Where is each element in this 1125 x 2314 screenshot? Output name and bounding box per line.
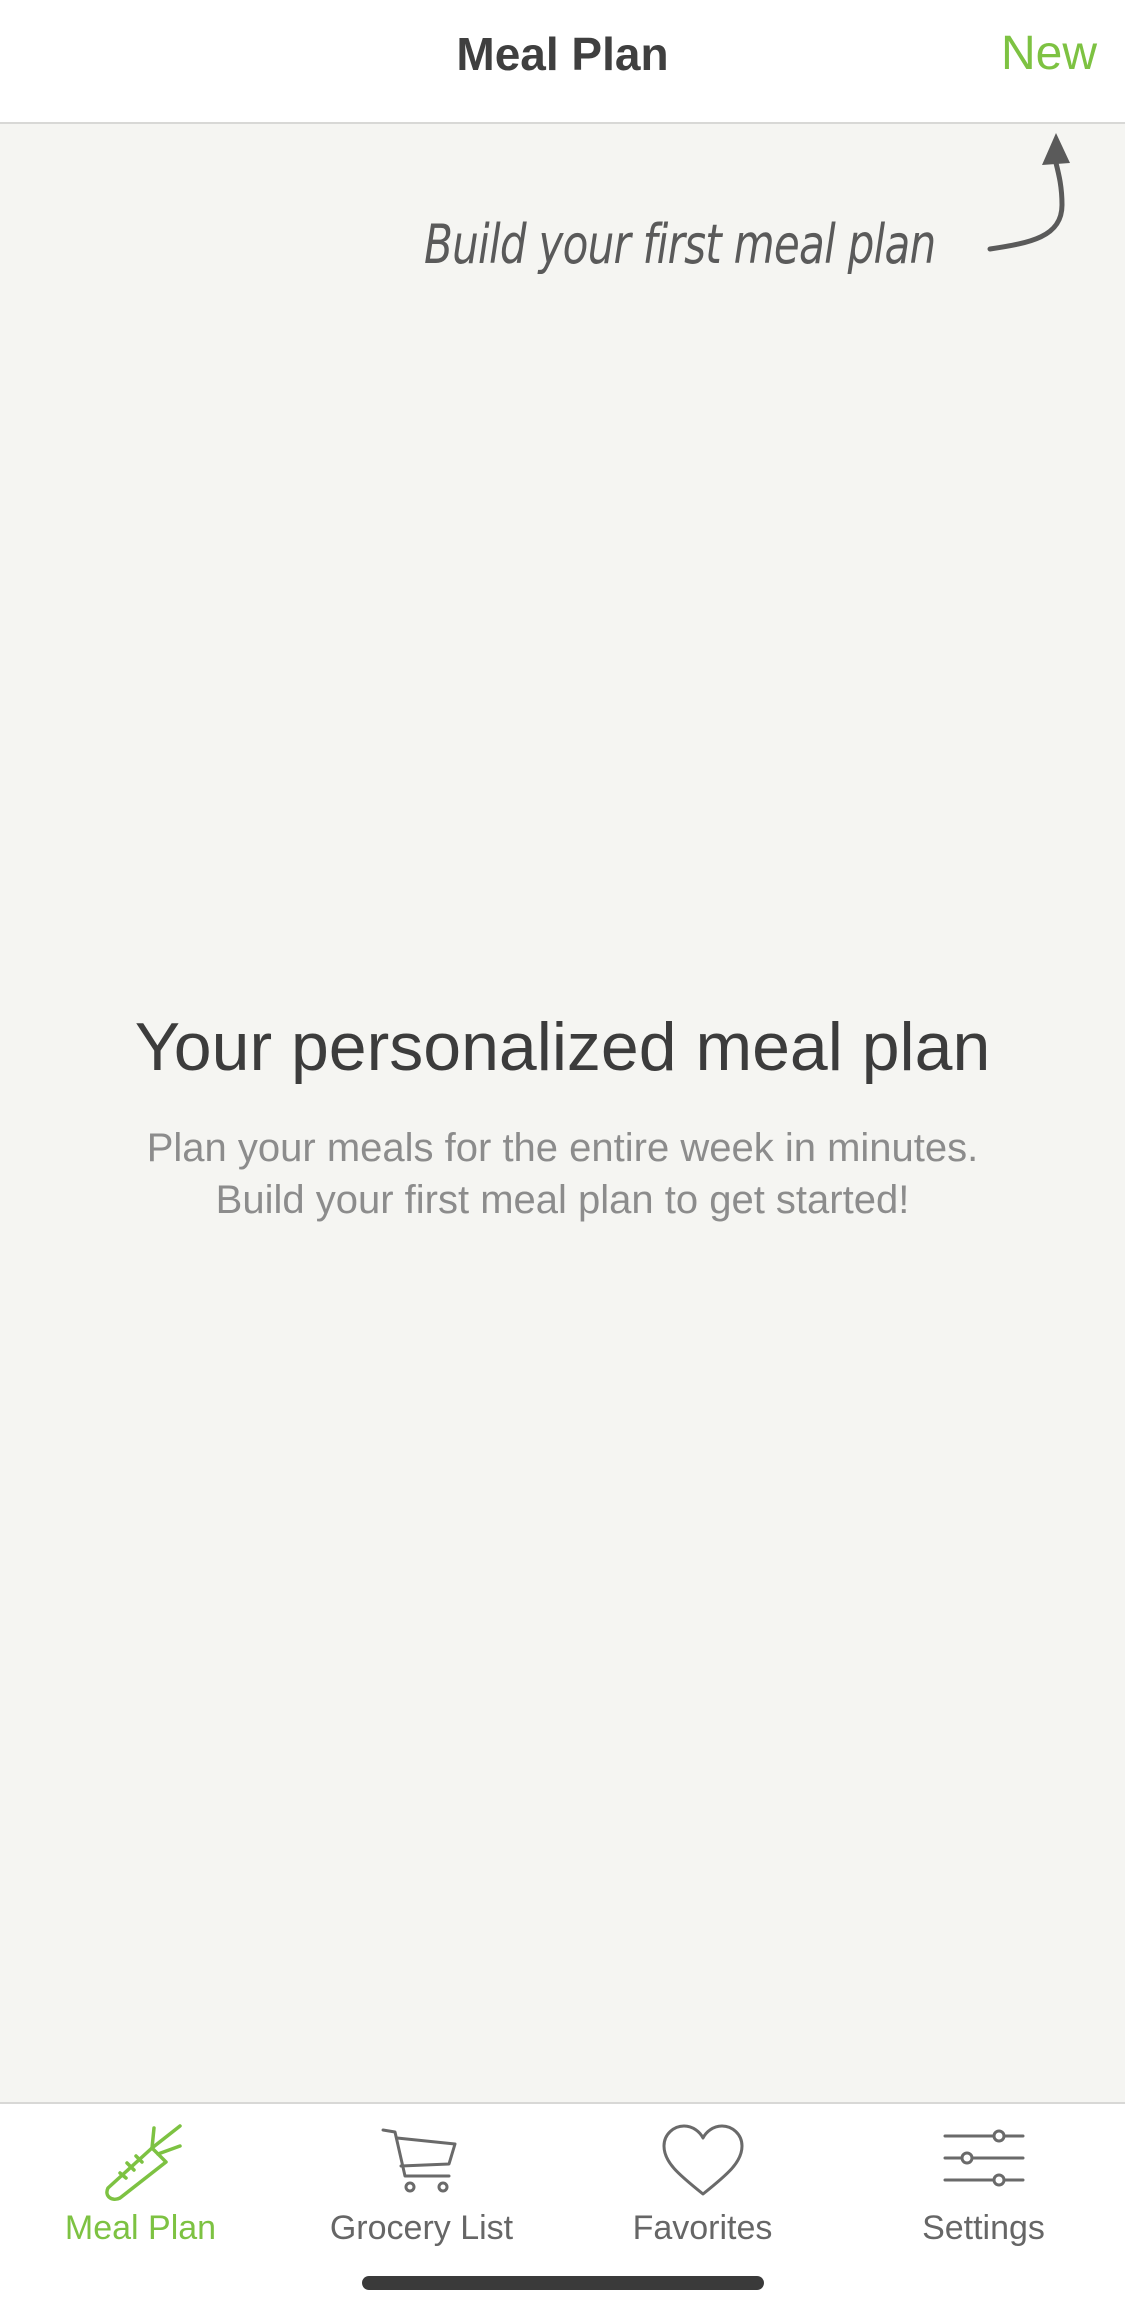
tab-meal-plan[interactable]: Meal Plan bbox=[0, 2104, 281, 2254]
cart-icon bbox=[381, 2128, 456, 2193]
page-title: Meal Plan bbox=[456, 28, 669, 80]
new-meal-plan-button[interactable]: New bbox=[1001, 26, 1097, 82]
tab-meal-plan-label: Meal Plan bbox=[64, 2209, 217, 2247]
empty-state-subtitle-line-2: Build your first meal plan to get starte… bbox=[215, 1178, 910, 1222]
tab-favorites[interactable]: Favorites bbox=[562, 2104, 843, 2254]
empty-state-subtitle-line-1: Plan your meals for the entire week in m… bbox=[146, 1126, 979, 1170]
tab-settings[interactable]: Settings bbox=[843, 2104, 1124, 2254]
tab-settings-label: Settings bbox=[922, 2209, 1045, 2247]
empty-state-subtitle: Plan your meals for the entire week in m… bbox=[0, 1122, 1125, 1226]
carrot-icon bbox=[104, 2124, 182, 2201]
empty-state-title: Your personalized meal plan bbox=[134, 1009, 991, 1085]
navigation-bar: Meal Plan New bbox=[0, 0, 1125, 124]
hint-text: Build your first meal plan bbox=[424, 213, 936, 276]
tab-grocery-list[interactable]: Grocery List bbox=[281, 2104, 562, 2254]
hint-arrow-icon bbox=[987, 133, 1070, 252]
sliders-icon bbox=[943, 2129, 1024, 2187]
tab-grocery-list-label: Grocery List bbox=[329, 2209, 514, 2247]
home-indicator[interactable] bbox=[362, 2276, 764, 2290]
heart-icon bbox=[662, 2124, 743, 2196]
tab-favorites-label: Favorites bbox=[632, 2209, 773, 2247]
